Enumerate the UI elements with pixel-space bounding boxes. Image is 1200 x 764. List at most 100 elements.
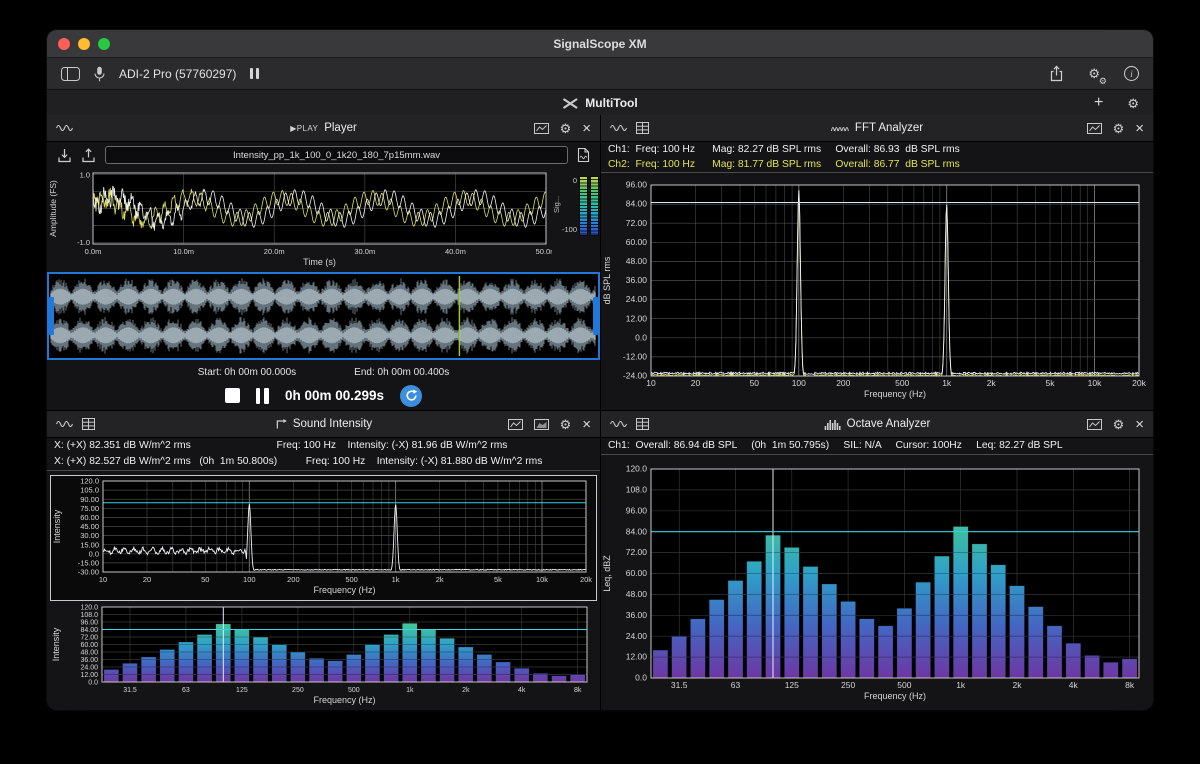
filename-field[interactable] <box>105 146 568 164</box>
signal-icon[interactable] <box>610 123 627 133</box>
add-tool-button[interactable]: + <box>1094 95 1103 111</box>
svg-text:84.00: 84.00 <box>626 199 648 209</box>
export-file-icon[interactable] <box>81 148 96 163</box>
svg-text:36.00: 36.00 <box>626 610 648 620</box>
intensity-readout-2: X: (+X) 82.527 dB W/m^2 rms (0h 1m 50.80… <box>47 454 600 470</box>
svg-text:60.00: 60.00 <box>626 568 648 578</box>
svg-text:Frequency (Hz): Frequency (Hz) <box>313 695 375 705</box>
data-table-icon[interactable] <box>636 418 649 430</box>
loop-button[interactable] <box>400 385 422 407</box>
svg-text:108.0: 108.0 <box>626 485 648 495</box>
close-player-button[interactable]: × <box>582 121 591 136</box>
data-table-icon[interactable] <box>636 122 649 134</box>
fft-header: FFT Analyzer ⚙ × <box>601 115 1153 142</box>
octave-spectrum-chart[interactable]: 120.0108.096.0084.0072.0060.0048.0036.00… <box>601 459 1153 710</box>
signal-icon[interactable] <box>56 123 73 133</box>
svg-text:200: 200 <box>287 575 300 584</box>
multitool-bar: MultiTool + ⚙ <box>47 90 1153 117</box>
selection-handle-left[interactable] <box>49 297 54 336</box>
octave-bars-icon <box>824 419 841 430</box>
svg-text:36.00: 36.00 <box>626 275 648 285</box>
svg-text:500: 500 <box>348 687 360 694</box>
svg-text:100: 100 <box>792 378 806 388</box>
svg-text:63: 63 <box>731 680 741 690</box>
multitool-selector[interactable]: MultiTool <box>562 96 637 110</box>
chart-line-icon[interactable] <box>534 123 549 134</box>
svg-text:100: 100 <box>243 575 256 584</box>
intensity-settings-button[interactable]: ⚙ <box>560 418 572 431</box>
svg-text:200: 200 <box>836 378 850 388</box>
svg-text:60.00: 60.00 <box>626 237 648 247</box>
svg-text:2k: 2k <box>462 687 470 694</box>
data-table-icon[interactable] <box>82 418 95 430</box>
close-fft-button[interactable]: × <box>1135 121 1144 136</box>
svg-text:60.00: 60.00 <box>80 642 98 649</box>
svg-text:45.00: 45.00 <box>80 522 99 531</box>
signal-icon[interactable] <box>56 419 73 429</box>
meter-bars <box>579 176 599 234</box>
signal-icon[interactable] <box>610 419 627 429</box>
fft-wave-icon <box>831 123 849 133</box>
player-title: Player <box>324 122 357 134</box>
svg-text:72.00: 72.00 <box>626 218 648 228</box>
svg-text:96.00: 96.00 <box>626 505 648 515</box>
fft-title: FFT Analyzer <box>855 122 923 134</box>
meter-bar-right <box>590 176 599 236</box>
share-icon[interactable] <box>1049 65 1064 82</box>
microphone-icon[interactable] <box>94 66 105 82</box>
intensity-octave-chart[interactable]: 120.0108.096.0084.0072.0060.0048.0036.00… <box>50 603 597 708</box>
octave-header: Octave Analyzer ⚙ × <box>601 411 1153 438</box>
svg-text:120.0: 120.0 <box>80 477 99 486</box>
svg-text:250: 250 <box>292 687 304 694</box>
sound-intensity-panel: Sound Intensity ⚙ × X: (+X) 82.351 dB W/… <box>47 411 600 710</box>
selection-handle-right[interactable] <box>593 297 598 336</box>
svg-text:0.0: 0.0 <box>635 673 647 683</box>
svg-text:500: 500 <box>345 575 358 584</box>
svg-text:48.00: 48.00 <box>80 650 98 657</box>
close-octave-button[interactable]: × <box>1135 417 1144 432</box>
svg-text:72.00: 72.00 <box>626 547 648 557</box>
save-file-icon[interactable] <box>577 147 590 163</box>
panel-grid: ▶PLAY Player ⚙ × <box>47 115 1153 710</box>
svg-text:Time (s): Time (s) <box>303 257 336 267</box>
close-intensity-button[interactable]: × <box>582 417 591 432</box>
chart-line-icon[interactable] <box>1087 419 1102 430</box>
player-settings-button[interactable]: ⚙ <box>560 122 572 135</box>
svg-text:10.0m: 10.0m <box>173 247 194 256</box>
info-icon[interactable]: i <box>1124 66 1139 81</box>
file-row <box>47 142 600 168</box>
multitool-settings-button[interactable]: ⚙ <box>1127 97 1139 110</box>
fft-settings-button[interactable]: ⚙ <box>1113 122 1125 135</box>
svg-text:Frequency (Hz): Frequency (Hz) <box>864 691 926 701</box>
player-waveform-chart[interactable]: 0.0m10.0m20.0m30.0m40.0m50.0m1.0-1.0Time… <box>47 168 552 272</box>
svg-text:96.00: 96.00 <box>80 620 98 627</box>
current-time-display: 0h 00m 00.299s <box>285 388 384 403</box>
chart-line-icon[interactable] <box>1087 123 1102 134</box>
meter-bar-left <box>579 176 588 236</box>
svg-text:8k: 8k <box>574 687 582 694</box>
pause-button[interactable] <box>256 388 269 404</box>
import-file-icon[interactable] <box>57 148 72 163</box>
fft-analyzer-panel: FFT Analyzer ⚙ × Ch1: Freq: 100 Hz Mag: … <box>601 115 1153 410</box>
svg-text:120.0: 120.0 <box>626 464 648 474</box>
svg-text:125: 125 <box>785 680 799 690</box>
svg-text:10k: 10k <box>1088 378 1102 388</box>
device-name[interactable]: ADI-2 Pro (57760297) <box>119 67 236 81</box>
multitool-icon <box>562 98 578 109</box>
fft-spectrum-chart[interactable]: 96.0084.0072.0060.0048.0036.0024.0012.00… <box>601 177 1153 410</box>
svg-text:-12.00: -12.00 <box>623 352 647 362</box>
svg-text:0.0: 0.0 <box>89 549 99 558</box>
chart-line-icon[interactable] <box>508 419 523 430</box>
svg-text:500: 500 <box>895 378 909 388</box>
stop-button[interactable] <box>225 388 240 403</box>
settings-gears-icon[interactable]: ⚙⚙ <box>1088 65 1100 83</box>
chart-area-icon[interactable] <box>534 419 549 430</box>
svg-text:36.00: 36.00 <box>80 657 98 664</box>
waveform-overview[interactable] <box>47 272 600 360</box>
octave-settings-button[interactable]: ⚙ <box>1113 418 1125 431</box>
pause-indicator-icon[interactable] <box>250 68 259 79</box>
intensity-spectrum-chart[interactable]: 120.0105.090.0075.0060.0045.0030.0015.00… <box>50 475 597 601</box>
signal-level-meter: Sig... 0 -100 <box>552 168 600 272</box>
svg-text:90.00: 90.00 <box>80 495 99 504</box>
sidebar-toggle-button[interactable] <box>61 67 80 81</box>
